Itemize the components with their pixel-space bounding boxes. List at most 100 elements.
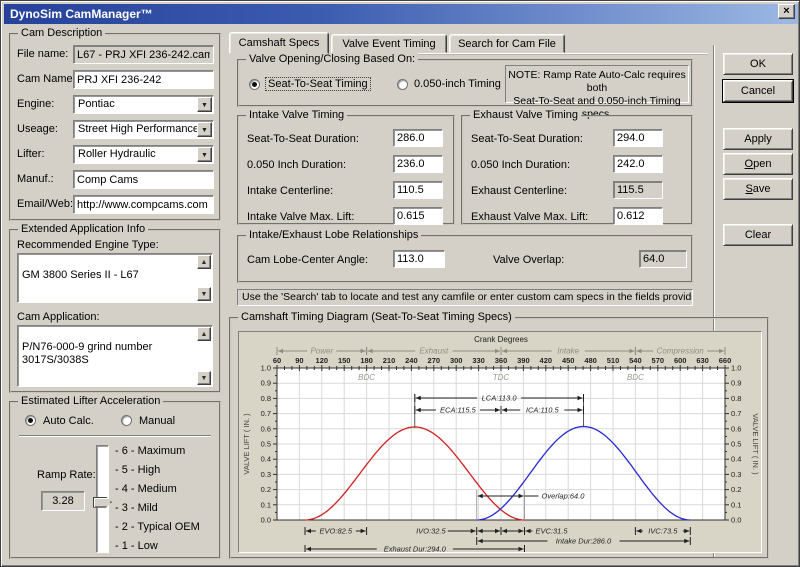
svg-text:0.9: 0.9 <box>731 379 741 388</box>
exhaust-max-lift-label: Exhaust Valve Max. Lift: <box>471 211 589 223</box>
ramp-rate-note: NOTE: Ramp Rate Auto-Calc requires both … <box>505 65 689 120</box>
exhaust-centerline-field[interactable] <box>613 181 663 199</box>
tab-search-for-cam-file[interactable]: Search for Cam File <box>449 34 565 53</box>
file-name-field[interactable] <box>73 45 214 64</box>
engine-value: Pontiac <box>78 98 115 110</box>
intake-050-duration-label: 0.050 Inch Duration: <box>247 159 347 171</box>
svg-text:Intake Dur:286.0: Intake Dur:286.0 <box>556 537 612 546</box>
title-bar[interactable]: DynoSim CamManager™ <box>4 4 798 24</box>
exhaust-s2s-duration-field[interactable] <box>613 129 663 147</box>
svg-text:0.1: 0.1 <box>261 500 271 509</box>
extended-app-info-group: Extended Application Info Recommended En… <box>9 223 221 393</box>
svg-text:0.4: 0.4 <box>261 455 271 464</box>
svg-text:480: 480 <box>584 356 597 365</box>
cam-manager-dialog: DynoSim CamManager™ × Cam Description Fi… <box>0 0 800 567</box>
ok-button[interactable]: OK <box>723 53 793 75</box>
intake-centerline-field[interactable] <box>393 181 443 199</box>
tab-camshaft-specs-label: Camshaft Specs <box>238 37 320 49</box>
valve-overlap-field[interactable] <box>639 250 687 268</box>
lifter-acceleration-title: Estimated Lifter Acceleration <box>18 395 164 407</box>
useage-select[interactable]: Street High Performance ▼ <box>73 120 214 139</box>
svg-text:0.4: 0.4 <box>731 455 741 464</box>
auto-calc-radio[interactable] <box>25 415 36 426</box>
svg-text:390: 390 <box>517 356 530 365</box>
exhaust-max-lift-field[interactable] <box>613 207 663 225</box>
open-button-label: Open <box>744 158 772 170</box>
svg-text:TDC: TDC <box>493 373 510 382</box>
intake-max-lift-label: Intake Valve Max. Lift: <box>247 211 355 223</box>
lifter-acceleration-group: Estimated Lifter Acceleration Auto Calc.… <box>9 395 221 559</box>
scroll-down-icon[interactable]: ▼ <box>197 371 211 385</box>
manual-radio[interactable] <box>121 415 132 426</box>
seat-to-seat-radio[interactable] <box>249 79 260 90</box>
exhaust-050-duration-field[interactable] <box>613 155 663 173</box>
tab-camshaft-specs[interactable]: Camshaft Specs <box>229 32 329 54</box>
lifter-label: Lifter: <box>17 148 45 160</box>
svg-text:330: 330 <box>472 356 485 365</box>
chevron-down-icon[interactable]: ▼ <box>197 122 212 137</box>
intake-s2s-duration-field[interactable] <box>393 129 443 147</box>
svg-text:Crank Degrees: Crank Degrees <box>474 335 528 344</box>
search-hint-bar: Use the 'Search' tab to locate and test … <box>237 289 693 306</box>
valve-basis-title: Valve Opening/Closing Based On: <box>246 53 419 65</box>
svg-text:VALVE LIFT ( IN. ): VALVE LIFT ( IN. ) <box>242 413 251 475</box>
intake-valve-timing-group: Intake Valve Timing Seat-To-Seat Duratio… <box>237 109 455 225</box>
inch-timing-radio[interactable] <box>397 79 408 90</box>
cam-application-text: P/N76-000-9 grind number 3017S/3038S <box>22 341 153 366</box>
lobe-relationships-group: Intake/Exhaust Lobe Relationships Cam Lo… <box>237 229 693 283</box>
ramp-rate-slider-thumb[interactable] <box>93 496 112 508</box>
scroll-up-icon[interactable]: ▲ <box>197 327 211 341</box>
inch-timing-label[interactable]: 0.050-inch Timing <box>414 78 501 90</box>
clear-button[interactable]: Clear <box>723 224 793 246</box>
scroll-up-icon[interactable]: ▲ <box>197 255 211 269</box>
auto-calc-label[interactable]: Auto Calc. <box>43 415 94 427</box>
svg-text:510: 510 <box>607 356 620 365</box>
svg-text:EVC:31.5: EVC:31.5 <box>536 527 569 536</box>
cam-application-label: Cam Application: <box>17 311 100 323</box>
scroll-down-icon[interactable]: ▼ <box>197 287 211 301</box>
seat-to-seat-label[interactable]: Seat-To-Seat Timing <box>265 77 371 91</box>
svg-text:BDC: BDC <box>627 373 644 382</box>
cam-application-textarea[interactable]: P/N76-000-9 grind number 3017S/3038S ▲ ▼ <box>17 325 213 387</box>
svg-text:270: 270 <box>428 356 441 365</box>
engine-select[interactable]: Pontiac ▼ <box>73 95 214 114</box>
apply-button-label: Apply <box>744 133 772 145</box>
cam-description-title: Cam Description <box>18 27 106 39</box>
intake-050-duration-field[interactable] <box>393 155 443 173</box>
intake-max-lift-field[interactable] <box>393 207 443 225</box>
ramp-rate-value: 3.28 <box>41 491 85 511</box>
lobe-center-angle-field[interactable] <box>393 250 445 268</box>
lifter-value: Roller Hydraulic <box>78 148 156 160</box>
manuf-field[interactable] <box>73 170 214 189</box>
apply-button[interactable]: Apply <box>723 128 793 150</box>
email-web-field[interactable] <box>73 195 214 214</box>
cancel-button-label: Cancel <box>740 85 776 97</box>
cam-name-field[interactable] <box>73 70 214 89</box>
svg-text:ICA:110.5: ICA:110.5 <box>526 406 560 415</box>
svg-text:BDC: BDC <box>358 373 375 382</box>
svg-text:210: 210 <box>383 356 396 365</box>
chevron-down-icon[interactable]: ▼ <box>197 97 212 112</box>
manual-label[interactable]: Manual <box>139 415 175 427</box>
timing-diagram-panel: 60 90 120 150 180 210 240 270 300 330 360 390 420 450… <box>238 331 762 554</box>
close-button[interactable]: × <box>778 4 795 19</box>
chevron-down-icon[interactable]: ▼ <box>197 147 212 162</box>
slider-scale-5: - 5 - High <box>115 464 161 476</box>
lifter-select[interactable]: Roller Hydraulic ▼ <box>73 145 214 164</box>
slider-scale-2: - 2 - Typical OEM <box>115 521 200 533</box>
open-button[interactable]: Open <box>723 153 793 175</box>
save-button[interactable]: Save <box>723 178 793 200</box>
recommended-engine-type-text: GM 3800 Series II - L67 <box>22 269 139 281</box>
exhaust-valve-timing-title: Exhaust Valve Timing <box>470 109 581 121</box>
cancel-button[interactable]: Cancel <box>723 80 793 102</box>
close-icon: × <box>783 5 790 17</box>
tab-valve-event-timing[interactable]: Valve Event Timing <box>331 34 447 53</box>
svg-text:0.8: 0.8 <box>261 394 271 403</box>
svg-text:0.9: 0.9 <box>261 379 271 388</box>
svg-text:660: 660 <box>719 356 732 365</box>
tab-valve-event-timing-label: Valve Event Timing <box>342 38 436 50</box>
recommended-engine-type-textarea[interactable]: GM 3800 Series II - L67 ▲ ▼ <box>17 253 213 303</box>
intake-valve-timing-title: Intake Valve Timing <box>246 109 348 121</box>
svg-text:420: 420 <box>540 356 553 365</box>
manuf-label: Manuf.: <box>17 173 54 185</box>
